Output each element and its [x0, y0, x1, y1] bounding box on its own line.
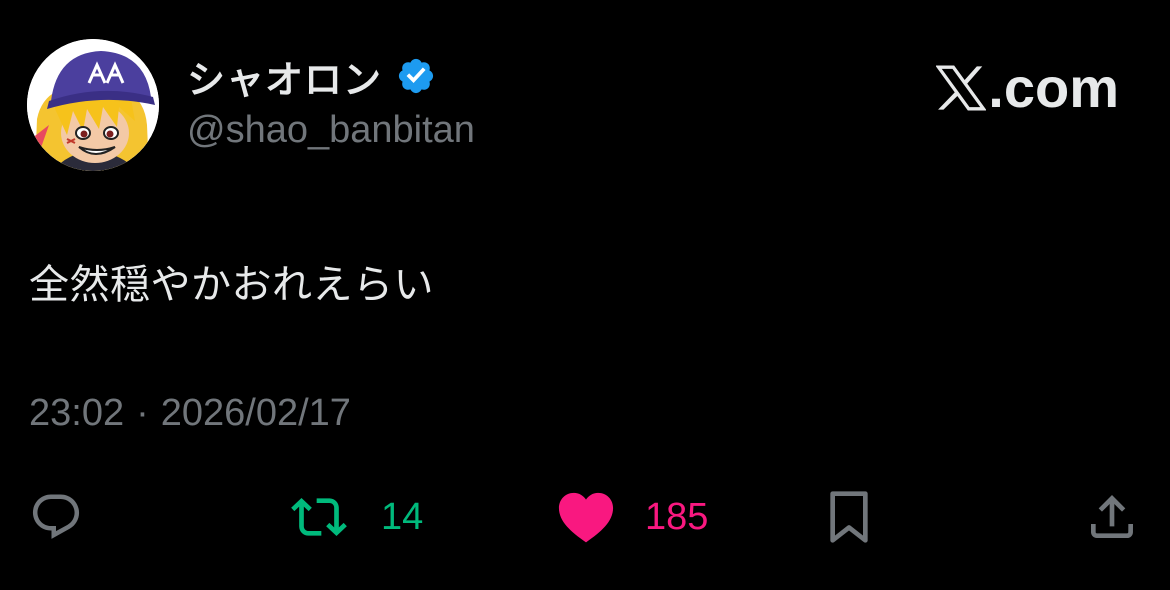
timestamp-separator: ·	[136, 392, 149, 434]
share-icon	[1091, 495, 1133, 538]
x-logo-icon	[936, 65, 987, 111]
user-display-name-row[interactable]: シャオロン	[187, 48, 436, 104]
reply-button[interactable]	[28, 488, 84, 546]
share-button[interactable]	[1084, 488, 1140, 546]
tweet-date: 2026/02/17	[160, 392, 351, 434]
tweet-time: 23:02	[29, 392, 125, 434]
bookmark-icon	[830, 491, 868, 543]
avatar[interactable]	[27, 39, 159, 171]
tweet-text: 全然穏やかおれえらい	[29, 262, 434, 308]
heart-icon	[558, 492, 614, 543]
like-count: 185	[645, 495, 709, 538]
retweet-count: 14	[381, 495, 424, 538]
like-button[interactable]: 185	[557, 488, 708, 546]
user-display-name[interactable]: シャオロン	[187, 49, 382, 104]
retweet-button[interactable]: 14	[287, 488, 423, 546]
brand-text: .com	[988, 56, 1119, 119]
avatar-image	[27, 39, 159, 171]
reply-icon	[32, 494, 80, 539]
verified-badge-icon	[398, 58, 434, 94]
tweet-timestamp[interactable]: 23:02 · 2026/02/17	[29, 392, 351, 435]
brand-watermark: .com	[936, 56, 1119, 120]
user-handle[interactable]: @shao_banbitan	[187, 109, 475, 152]
bookmark-button[interactable]	[825, 488, 873, 546]
retweet-icon	[291, 498, 347, 536]
